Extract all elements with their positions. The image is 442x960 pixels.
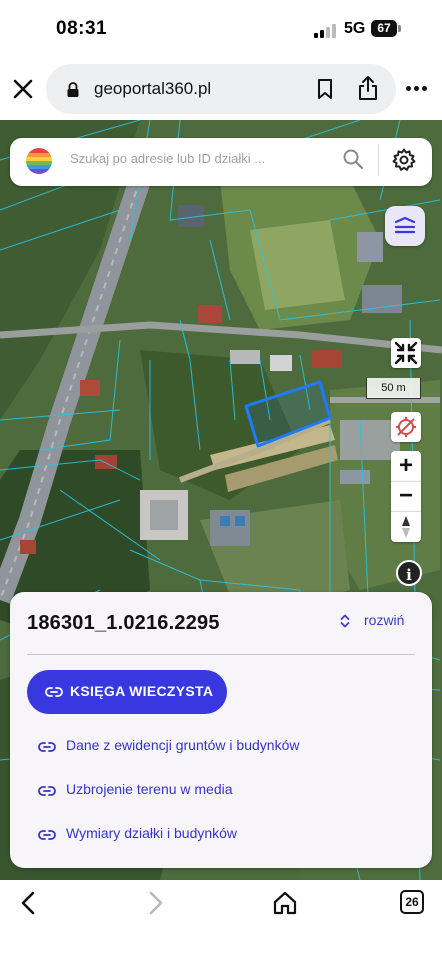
link-label: Uzbrojenie terenu w media (66, 781, 233, 797)
compass-icon (402, 516, 410, 538)
battery-icon: 67 (371, 20, 397, 37)
cell-signal-icon (314, 22, 338, 38)
more-icon[interactable] (406, 86, 428, 92)
zoom-out-label: − (398, 482, 413, 509)
network-type: 5G (344, 20, 366, 37)
search-bar[interactable]: Szukaj po adresie lub ID działki ... (10, 138, 432, 186)
zoom-in-label: + (398, 452, 413, 479)
search-input[interactable]: Szukaj po adresie lub ID działki ... (70, 151, 265, 166)
share-icon[interactable] (356, 75, 380, 101)
search-divider (378, 144, 379, 176)
gear-icon[interactable] (391, 147, 417, 173)
forward-icon[interactable] (144, 890, 166, 916)
link-icon (45, 687, 63, 697)
home-icon[interactable] (272, 890, 298, 916)
url-text[interactable]: geoportal360.pl (94, 79, 211, 99)
geoportal-logo (26, 148, 52, 174)
layers-button[interactable] (385, 206, 425, 246)
link-label: Dane z ewidencji gruntów i budynków (66, 737, 300, 753)
collapse-icon (394, 341, 418, 365)
info-button[interactable]: i (396, 560, 422, 586)
close-icon[interactable] (10, 76, 36, 102)
back-icon[interactable] (18, 890, 40, 916)
scale-bar: 50 m (366, 378, 421, 399)
parcel-id: 186301_1.0216.2295 (27, 612, 220, 634)
address-bar[interactable]: geoportal360.pl (46, 64, 396, 114)
link-icon (38, 830, 56, 840)
collapse-map-button[interactable] (391, 338, 421, 368)
layers-icon (394, 216, 416, 234)
chevron-up-down-icon (340, 614, 350, 628)
browser-toolbar: geoportal360.pl (0, 58, 442, 120)
bookmark-icon[interactable] (314, 78, 336, 100)
location-off-icon (396, 417, 416, 437)
link-label: Wymiary działki i budynków (66, 825, 238, 841)
battery-tip (398, 25, 401, 32)
browser-bottom-nav: 26 (0, 880, 442, 960)
link-icon (38, 786, 56, 796)
parcel-info-panel: 186301_1.0216.2295 rozwiń KSIĘGA WIECZYS… (10, 592, 432, 868)
panel-divider (27, 654, 415, 655)
zoom-out-button[interactable]: − (391, 481, 421, 512)
location-off-button[interactable] (391, 412, 421, 442)
expand-label: rozwiń (364, 612, 405, 628)
zoom-in-button[interactable]: + (391, 451, 421, 481)
ksiega-wieczysta-button[interactable]: KSIĘGA WIECZYSTA (27, 670, 227, 714)
link-icon (38, 742, 56, 752)
ksiega-wieczysta-label: KSIĘGA WIECZYSTA (70, 683, 214, 699)
search-icon[interactable] (342, 148, 364, 170)
status-bar: 08:31 5G 67 (0, 0, 442, 58)
status-time: 08:31 (56, 18, 108, 39)
tabs-button[interactable]: 26 (400, 890, 424, 914)
lock-icon (67, 82, 79, 97)
compass-button[interactable] (391, 511, 421, 542)
